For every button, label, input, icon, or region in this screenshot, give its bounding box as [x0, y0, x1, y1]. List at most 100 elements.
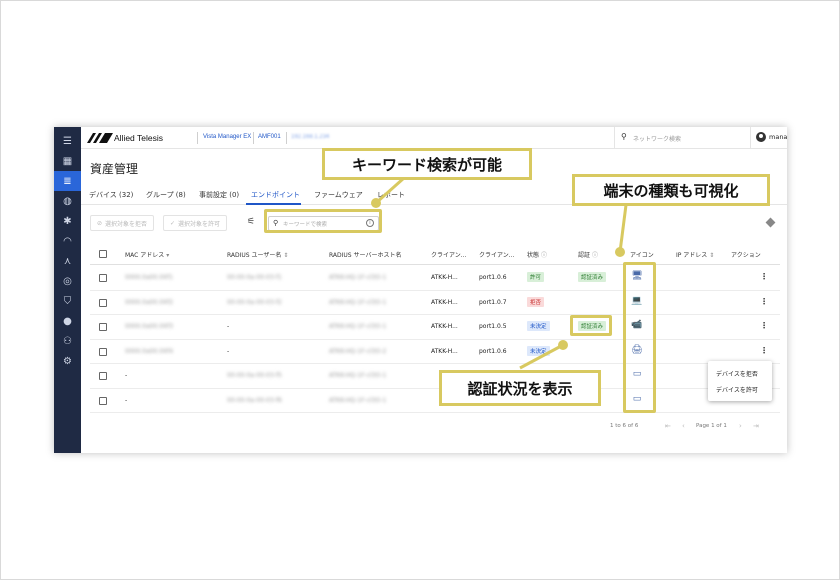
topology-icon[interactable]: ⋏	[54, 251, 81, 271]
menu-icon[interactable]: ☰	[54, 131, 81, 151]
table-row[interactable]: - 00-00-0a-00-03-f5 ATKK-HQ-1F-cl3O-1 ▭	[90, 364, 780, 389]
cell-radius-user: 00-00-0a-00-03-f1	[227, 274, 282, 281]
radar-icon[interactable]: ◎	[54, 271, 81, 291]
prev-page-icon[interactable]: ‹	[682, 422, 685, 430]
auth-badge: 認証済み	[578, 272, 607, 282]
row-checkbox[interactable]	[99, 372, 107, 380]
globe-icon[interactable]: ◍	[54, 191, 81, 211]
cell-radius-user: -	[227, 323, 230, 330]
user-name: manager	[769, 133, 787, 141]
cell-mac: -	[125, 372, 128, 379]
state-badge: 未決定	[527, 345, 550, 356]
row-checkbox[interactable]	[99, 347, 107, 356]
tab-presets[interactable]: 事前設定 (0)	[199, 190, 239, 200]
divider	[253, 132, 254, 144]
callout-keyword-search: キーワード検索が可能	[322, 148, 532, 180]
row-actions-icon[interactable]: ⋮	[760, 272, 768, 281]
callout-dot	[558, 340, 568, 350]
column-settings-icon[interactable]	[765, 217, 776, 228]
settings-icon[interactable]: ⚙	[54, 351, 81, 371]
col-auth[interactable]: 認証 ⓘ	[578, 250, 598, 259]
col-radius-user-label: RADIUS ユーザー名	[227, 252, 282, 259]
row-context-menu: デバイスを拒否 デバイスを許可	[708, 361, 772, 401]
callout-dot	[371, 198, 381, 208]
nav-rail: ☰ ▦ ≣ ◍ ✱ ◠ ⋏ ◎ ⛉ ● ⚇ ⚙	[54, 127, 81, 453]
check-icon: ✓	[170, 219, 176, 227]
cell-radius-user: -	[227, 347, 230, 355]
list-icon[interactable]: ≣	[54, 171, 81, 191]
device-name[interactable]: AMF001	[258, 134, 281, 140]
row-actions-icon[interactable]: ⋮	[760, 346, 768, 355]
callout-auth-status: 認証状況を表示	[439, 370, 601, 406]
row-actions-icon[interactable]: ⋮	[760, 321, 768, 330]
col-mac[interactable]: MAC アドレス ▾	[125, 250, 169, 259]
menu-item-allow-device[interactable]: デバイスを許可	[716, 385, 758, 394]
col-icon[interactable]: アイコン	[630, 250, 654, 259]
cell-client-2: port1.0.6	[479, 274, 507, 281]
table-row[interactable]: 0000.0a00.0Xf3 - ATKK-HQ-1F-cl3O-1 ATKK-…	[90, 315, 780, 340]
tab-groups[interactable]: グループ (8)	[146, 190, 186, 200]
col-client-2[interactable]: クライアン...	[479, 250, 514, 259]
deny-selected-button[interactable]: ⊘ 選択対象を拒否	[90, 215, 155, 231]
row-actions-icon[interactable]: ⋮	[760, 297, 768, 306]
table-row[interactable]: - 00-00-0a-00-03-f6 ATKK-HQ-1F-cl3O-1 ▭	[90, 389, 780, 413]
col-action: アクション	[731, 252, 761, 259]
tab-firmware[interactable]: ファームウェア	[314, 190, 363, 200]
cell-radius-host: ATKK-HQ-1F-cl3O-1	[329, 274, 387, 281]
cell-radius-user: 00-00-0a-00-03-f6	[227, 396, 282, 404]
cell-mac: 0000.0a00.0Xf4	[125, 347, 174, 355]
table-row[interactable]: 0000.0a00.0Xf4 - ATKK-HQ-1F-cl3O-2 ATKK-…	[90, 340, 780, 364]
cell-mac: -	[125, 396, 128, 404]
cell-mac: 0000.0a00.0Xf3	[125, 323, 174, 330]
dashboard-icon[interactable]: ▦	[54, 151, 81, 171]
row-checkbox[interactable]	[99, 396, 107, 405]
cloud-icon[interactable]: ●	[54, 311, 81, 331]
cell-radius-host: ATKK-HQ-1F-cl3O-1	[329, 298, 387, 306]
cell-radius-host: ATKK-HQ-1F-cl3O-1	[329, 372, 387, 379]
select-all-checkbox[interactable]	[99, 250, 107, 258]
cell-mac: 0000.0a00.0Xf1	[125, 274, 174, 281]
tab-devices[interactable]: デバイス (32)	[89, 190, 133, 200]
tab-reports[interactable]: レポート	[377, 190, 405, 200]
pagination-page: Page 1 of 1	[696, 423, 727, 429]
cell-radius-user: 00-00-0a-00-03-f2	[227, 298, 282, 306]
row-checkbox[interactable]	[99, 274, 107, 282]
users-icon[interactable]: ⚇	[54, 331, 81, 351]
col-mac-label: MAC アドレス	[125, 252, 165, 259]
shield-icon[interactable]: ⛉	[54, 291, 81, 311]
row-checkbox[interactable]	[99, 298, 107, 307]
table-row[interactable]: 0000.0a00.0Xf2 00-00-0a-00-03-f2 ATKK-HQ…	[90, 291, 780, 315]
tab-endpoints[interactable]: エンドポイント	[251, 190, 300, 200]
callout-dot	[615, 247, 625, 257]
user-avatar-icon	[756, 132, 766, 142]
device-icon-highlight	[623, 262, 656, 413]
pagination-range: 1 to 6 of 6	[610, 423, 639, 429]
user-menu[interactable]: manager ⌄	[756, 132, 787, 142]
deny-selected-label: 選択対象を拒否	[105, 220, 148, 228]
cell-radius-host: ATKK-HQ-1F-cl3O-2	[329, 347, 387, 355]
last-page-icon[interactable]: ⇥	[753, 422, 759, 430]
wifi-icon[interactable]: ◠	[54, 231, 81, 251]
allow-selected-button[interactable]: ✓ 選択対象を許可	[163, 215, 228, 231]
first-page-icon[interactable]: ⇤	[665, 422, 671, 430]
alert-icon[interactable]: ✱	[54, 211, 81, 231]
menu-item-deny-device[interactable]: デバイスを拒否	[716, 369, 758, 378]
filter-icon[interactable]: ⚟	[247, 217, 255, 227]
cell-client-2: port1.0.6	[479, 347, 507, 355]
col-ip[interactable]: IP アドレス ⇕	[676, 250, 714, 259]
network-search-input[interactable]: ネットワーク検索	[633, 134, 681, 143]
product-name[interactable]: Vista Manager EX	[203, 134, 251, 140]
cell-mac: 0000.0a00.0Xf2	[125, 298, 174, 306]
next-page-icon[interactable]: ›	[739, 422, 742, 430]
col-client-1[interactable]: クライアン...	[431, 250, 466, 259]
row-checkbox[interactable]	[99, 323, 107, 331]
cell-client-1: ATKK-H...	[431, 274, 458, 281]
allow-selected-label: 選択対象を許可	[178, 220, 221, 228]
table-row[interactable]: 0000.0a00.0Xf1 00-00-0a-00-03-f1 ATKK-HQ…	[90, 266, 780, 291]
network-search[interactable]: ⚲ ネットワーク検索	[614, 127, 751, 149]
col-state[interactable]: 状態 ⓘ	[527, 250, 547, 259]
col-radius-user[interactable]: RADIUS ユーザー名 ⇕	[227, 250, 288, 259]
device-ip[interactable]: 192.168.1.234	[291, 134, 329, 140]
page-title: 資産管理	[90, 162, 139, 176]
col-radius-host[interactable]: RADIUS サーバーホスト名	[329, 250, 401, 259]
